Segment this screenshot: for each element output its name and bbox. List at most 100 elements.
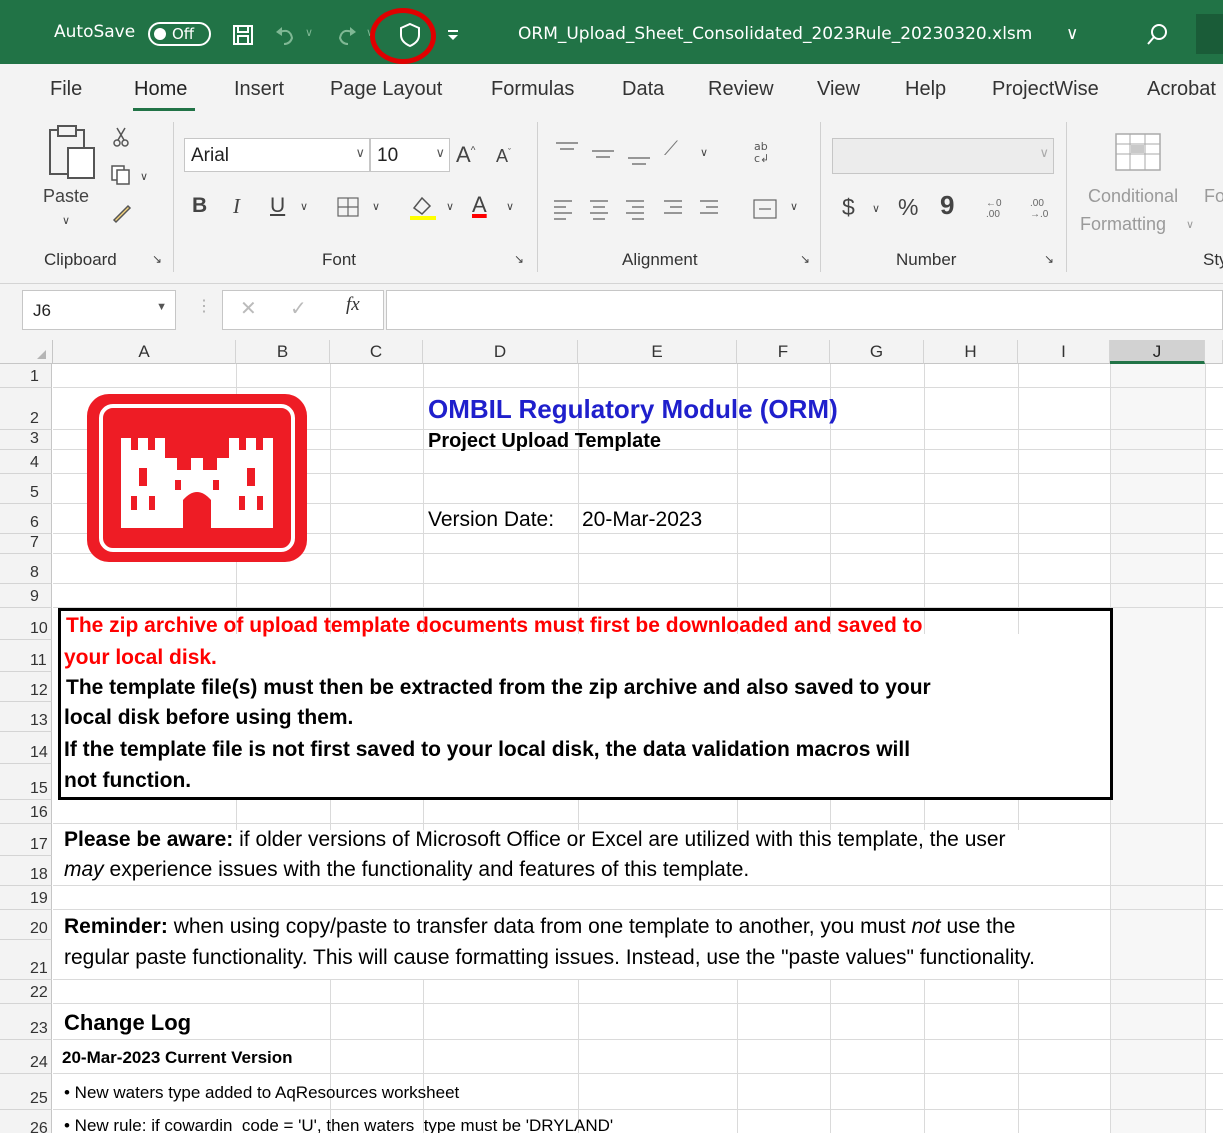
- customize-toolbar-icon[interactable]: [446, 28, 460, 42]
- column-header-c[interactable]: C: [330, 340, 423, 364]
- row-header-22[interactable]: 22: [0, 980, 52, 1004]
- insert-function-icon[interactable]: fx: [346, 294, 360, 316]
- row-header-13[interactable]: 13: [0, 702, 52, 732]
- column-header-f[interactable]: F: [737, 340, 830, 364]
- formula-input[interactable]: [386, 290, 1223, 330]
- tab-view[interactable]: View: [817, 78, 860, 101]
- column-header-i[interactable]: I: [1018, 340, 1110, 364]
- row-header-5[interactable]: 5: [0, 474, 52, 504]
- cancel-entry-icon[interactable]: ✕: [240, 296, 257, 321]
- format-as-table-label[interactable]: Fo: [1204, 186, 1223, 207]
- select-all-corner[interactable]: [0, 340, 53, 364]
- alignment-launcher-icon[interactable]: ↘: [800, 252, 810, 266]
- undo-dropdown-icon[interactable]: ∨: [305, 26, 313, 39]
- conditional-formatting-label-2[interactable]: Formatting: [1080, 214, 1166, 235]
- name-box[interactable]: J6 ▼: [22, 290, 176, 330]
- paste-icon[interactable]: [46, 124, 98, 180]
- name-box-dropdown-icon[interactable]: ▼: [156, 301, 167, 313]
- currency-button[interactable]: $: [842, 194, 855, 221]
- row-header-16[interactable]: 16: [0, 800, 52, 824]
- increase-decimal-icon[interactable]: ←0.00: [986, 198, 1002, 220]
- column-header-h[interactable]: H: [924, 340, 1018, 364]
- comma-button[interactable]: 9: [940, 190, 954, 221]
- row-header-2[interactable]: 2: [0, 388, 52, 430]
- orientation-icon[interactable]: ⟋: [664, 138, 678, 161]
- row-header-11[interactable]: 11: [0, 640, 52, 672]
- row-header-7[interactable]: 7: [0, 534, 52, 554]
- account-area[interactable]: [1196, 14, 1223, 54]
- copy-icon[interactable]: [110, 164, 132, 186]
- column-header-b[interactable]: B: [236, 340, 330, 364]
- column-header-d[interactable]: D: [423, 340, 578, 364]
- paste-dropdown-icon[interactable]: ∨: [62, 214, 70, 227]
- column-header-a[interactable]: A: [53, 340, 236, 364]
- undo-icon[interactable]: [274, 24, 296, 46]
- search-icon[interactable]: [1146, 22, 1170, 46]
- column-header-g[interactable]: G: [830, 340, 924, 364]
- borders-dropdown-icon[interactable]: ∨: [372, 200, 380, 213]
- worksheet-grid[interactable]: A B C D E F G H I J 1 2 3 4 5 6 7 8 9 10…: [0, 340, 1223, 1133]
- filename-chevron-icon[interactable]: ∨: [1066, 24, 1078, 44]
- column-header-e[interactable]: E: [578, 340, 737, 364]
- font-name-combo[interactable]: Arial ∨: [184, 138, 370, 172]
- row-header-1[interactable]: 1: [0, 364, 52, 388]
- file-name[interactable]: ORM_Upload_Sheet_Consolidated_2023Rule_2…: [518, 24, 1032, 44]
- tab-formulas[interactable]: Formulas: [491, 78, 574, 101]
- clipboard-launcher-icon[interactable]: ↘: [152, 252, 162, 266]
- underline-button[interactable]: U: [270, 194, 285, 218]
- row-header-26[interactable]: 26: [0, 1110, 52, 1133]
- row-header-15[interactable]: 15: [0, 764, 52, 800]
- row-header-18[interactable]: 18: [0, 856, 52, 886]
- formula-bar-splitter[interactable]: ⋮: [196, 296, 212, 316]
- row-header-25[interactable]: 25: [0, 1074, 52, 1110]
- redo-icon[interactable]: [336, 24, 358, 46]
- tab-data[interactable]: Data: [622, 78, 664, 101]
- wrap-text-icon[interactable]: ab c↲: [752, 138, 776, 164]
- save-icon[interactable]: [232, 24, 254, 46]
- number-format-dropdown-icon[interactable]: ∨: [1039, 145, 1049, 161]
- paste-label[interactable]: Paste: [43, 186, 89, 207]
- decrease-font-icon[interactable]: Aˇ: [496, 146, 511, 167]
- tab-page-layout[interactable]: Page Layout: [330, 78, 442, 101]
- font-color-dropdown-icon[interactable]: ∨: [506, 200, 514, 213]
- bottom-align-icon[interactable]: [626, 148, 652, 168]
- column-header-k[interactable]: [1205, 340, 1223, 364]
- conditional-formatting-icon[interactable]: [1114, 132, 1162, 172]
- row-header-14[interactable]: 14: [0, 732, 52, 764]
- merge-center-icon[interactable]: [752, 198, 778, 220]
- row-header-12[interactable]: 12: [0, 672, 52, 702]
- row-header-4[interactable]: 4: [0, 450, 52, 474]
- tab-projectwise[interactable]: ProjectWise: [992, 78, 1099, 101]
- row-header-10[interactable]: 10: [0, 608, 52, 640]
- tab-insert[interactable]: Insert: [234, 78, 284, 101]
- font-size-combo[interactable]: 10 ∨: [370, 138, 450, 172]
- font-color-icon[interactable]: A: [472, 192, 487, 218]
- increase-font-icon[interactable]: A^: [456, 142, 475, 168]
- fill-color-dropdown-icon[interactable]: ∨: [446, 200, 454, 213]
- orientation-dropdown-icon[interactable]: ∨: [700, 146, 708, 159]
- tab-review[interactable]: Review: [708, 78, 774, 101]
- bold-button[interactable]: B: [192, 194, 207, 218]
- font-launcher-icon[interactable]: ↘: [514, 252, 524, 266]
- horizontal-align-icons[interactable]: [552, 198, 732, 220]
- number-format-combo[interactable]: ∨: [832, 138, 1054, 174]
- row-header-21[interactable]: 21: [0, 940, 52, 980]
- confirm-entry-icon[interactable]: ✓: [290, 296, 307, 321]
- cut-icon[interactable]: [112, 126, 130, 148]
- tab-help[interactable]: Help: [905, 78, 946, 101]
- top-align-icon[interactable]: [554, 140, 580, 160]
- row-header-23[interactable]: 23: [0, 1004, 52, 1040]
- row-header-20[interactable]: 20: [0, 910, 52, 940]
- tab-acrobat[interactable]: Acrobat: [1147, 78, 1216, 101]
- percent-button[interactable]: %: [898, 194, 918, 221]
- number-launcher-icon[interactable]: ↘: [1044, 252, 1054, 266]
- borders-icon[interactable]: [336, 196, 362, 220]
- font-name-dropdown-icon[interactable]: ∨: [355, 145, 365, 161]
- fill-color-icon[interactable]: [408, 194, 438, 222]
- format-painter-icon[interactable]: [110, 202, 132, 224]
- conditional-formatting-dropdown-icon[interactable]: ∨: [1186, 218, 1194, 231]
- decrease-decimal-icon[interactable]: .00 →.0: [1030, 198, 1048, 220]
- conditional-formatting-label[interactable]: Conditional: [1088, 186, 1178, 207]
- autosave-toggle[interactable]: Off: [148, 22, 211, 46]
- row-header-6[interactable]: 6: [0, 504, 52, 534]
